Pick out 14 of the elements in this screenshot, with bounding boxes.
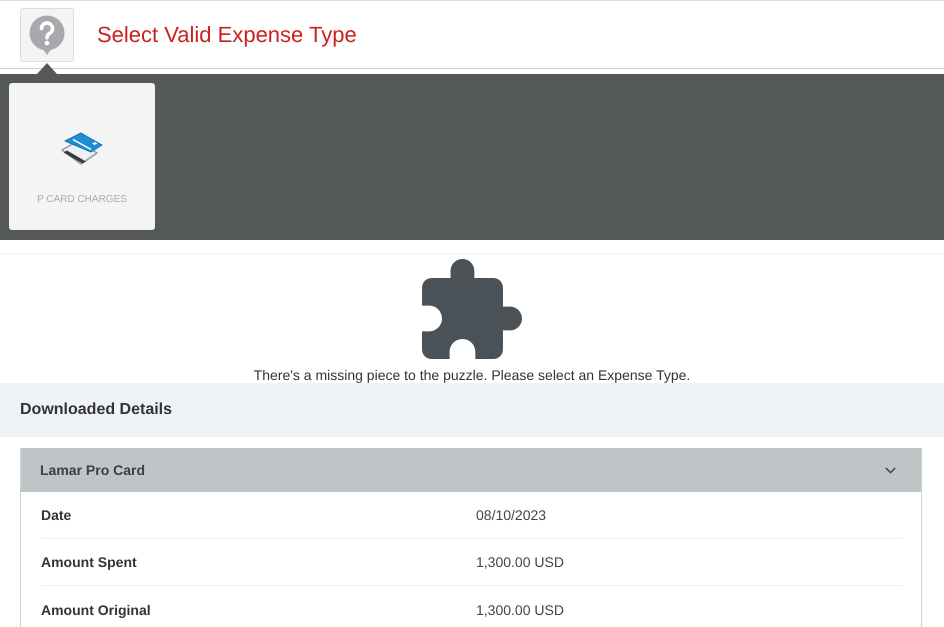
field-value: 1,300.00 USD: [476, 554, 565, 570]
section-heading: Downloaded Details: [0, 383, 944, 437]
field-label: Date: [41, 507, 72, 523]
empty-state-message: There's a missing piece to the puzzle. Please select an Expense Type.: [254, 368, 690, 383]
credit-cards-icon: [61, 132, 103, 165]
page-title: Select Valid Expense Type: [97, 22, 357, 48]
help-icon: [29, 14, 65, 54]
card-header[interactable]: Lamar Pro Card: [21, 448, 921, 492]
help-button[interactable]: [20, 8, 74, 62]
field-label: Amount Original: [41, 602, 152, 618]
puzzle-piece-icon: [422, 259, 522, 359]
field-value: 1,300.00 USD: [476, 602, 565, 618]
field-label: Amount Spent: [41, 554, 138, 570]
field-value: 08/10/2023: [476, 507, 548, 523]
